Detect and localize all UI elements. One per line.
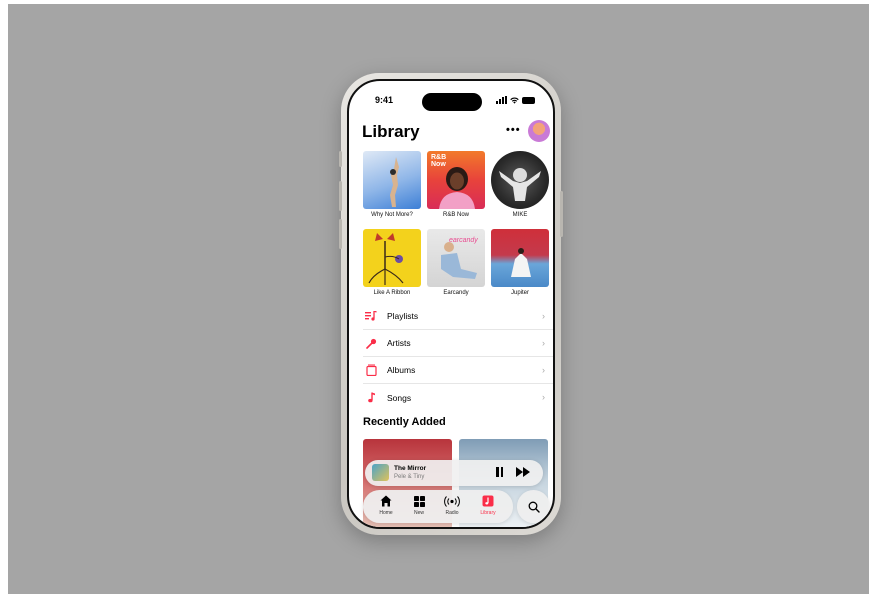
now-playing-artwork <box>372 464 389 481</box>
album-title: Like A Ribbon <box>373 290 411 296</box>
page-title: Library <box>362 122 420 141</box>
dynamic-island <box>422 93 482 111</box>
tab-bar: Home New Radio Library <box>363 490 513 523</box>
phone-screen: 9:41 Library ••• Why Not More? R&B Now R… <box>347 79 555 529</box>
tab-label: Home <box>379 510 393 516</box>
album-title: R&B Now <box>442 212 469 218</box>
album-art <box>491 151 549 209</box>
backdrop: 9:41 Library ••• Why Not More? R&B Now R… <box>8 4 869 594</box>
more-options-button[interactable]: ••• <box>506 124 521 136</box>
mini-player[interactable]: The Mirror Pele & Tiny <box>365 460 543 486</box>
grid-icon <box>404 494 434 508</box>
microphone-icon <box>363 338 379 349</box>
power-button <box>560 191 563 237</box>
search-icon <box>528 501 540 513</box>
library-row-artists[interactable]: Artists › <box>363 330 553 357</box>
album-art: R&B Now <box>427 151 485 209</box>
butterfly-flower-icon <box>368 233 404 285</box>
cellular-signal-icon <box>496 96 507 104</box>
album-title: Earcandy <box>443 290 469 296</box>
album-title: Why Not More? <box>371 212 413 218</box>
artist-portrait-icon <box>439 167 475 209</box>
music-note-icon <box>363 392 379 403</box>
album-tile[interactable]: Jupiter <box>491 229 549 296</box>
album-art <box>363 229 421 287</box>
album-art <box>491 229 549 287</box>
now-playing-title: The Mirror <box>394 465 427 472</box>
radio-icon <box>437 494 467 508</box>
artist-silhouette-icon <box>499 168 541 201</box>
chevron-right-icon: › <box>542 392 545 402</box>
status-bar: 9:41 <box>349 93 553 111</box>
playlist-icon <box>363 311 379 321</box>
album-tile[interactable]: R&B Now R&B Now <box>427 151 485 218</box>
row-label: Artists <box>387 338 411 348</box>
avatar[interactable] <box>528 120 550 142</box>
wifi-icon <box>510 97 519 104</box>
row-label: Albums <box>387 365 416 375</box>
library-row-songs[interactable]: Songs › <box>363 384 553 411</box>
fast-forward-icon[interactable] <box>516 466 531 478</box>
tab-label: Radio <box>445 510 459 516</box>
pause-icon[interactable] <box>496 467 503 477</box>
volume-up-button <box>339 181 342 211</box>
tab-new[interactable]: New <box>404 494 434 516</box>
battery-icon <box>522 96 535 104</box>
tab-label: Library <box>480 510 496 516</box>
now-playing-artist: Pele & Tiny <box>394 474 425 480</box>
recently-added-heading: Recently Added <box>363 416 446 428</box>
chevron-right-icon: › <box>542 338 545 348</box>
album-tile[interactable]: earcandy Earcandy <box>427 229 485 296</box>
dancer-figure-icon <box>390 157 399 207</box>
volume-down-button <box>339 219 342 249</box>
library-row-albums[interactable]: Albums › <box>363 357 553 384</box>
tab-label: New <box>413 510 424 516</box>
artist-seated-icon <box>441 242 477 279</box>
album-title: Jupiter <box>510 290 529 296</box>
tab-library[interactable]: Library <box>473 494 503 516</box>
tab-home[interactable]: Home <box>371 494 401 516</box>
row-label: Songs <box>387 392 412 403</box>
search-button[interactable] <box>517 490 550 523</box>
album-title: MIKE <box>512 212 528 218</box>
album-art: earcandy <box>427 229 485 287</box>
album-stack-icon <box>363 364 379 376</box>
tab-radio[interactable]: Radio <box>437 494 467 516</box>
library-icon <box>473 494 503 508</box>
album-tile[interactable]: Like A Ribbon <box>363 229 421 296</box>
chevron-right-icon: › <box>542 365 545 375</box>
library-row-playlists[interactable]: Playlists › <box>363 303 553 330</box>
album-tile[interactable]: MIKE <box>491 151 549 218</box>
status-icons <box>496 96 535 104</box>
phone-frame: 9:41 Library ••• Why Not More? R&B Now R… <box>339 73 563 535</box>
home-icon <box>371 494 401 508</box>
chevron-right-icon: › <box>542 311 545 321</box>
album-art <box>363 151 421 209</box>
action-button <box>339 151 342 167</box>
status-time: 9:41 <box>375 95 394 105</box>
artist-figure-icon <box>511 248 531 277</box>
library-list: Playlists › Artists › Albums › Songs › <box>363 303 553 411</box>
row-label: Playlists <box>387 311 419 321</box>
album-tile[interactable]: Why Not More? <box>363 151 421 218</box>
